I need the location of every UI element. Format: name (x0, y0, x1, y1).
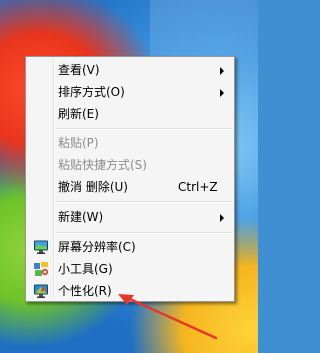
menu-item-view[interactable]: 查看(V) (28, 59, 232, 81)
desktop-context-menu: 查看(V) 排序方式(O) 刷新(E) 粘贴(P) 粘贴快捷方式(S) 撤消 删… (25, 56, 235, 302)
menu-item-label: 个性化(R) (58, 284, 112, 298)
personalize-icon (34, 284, 48, 298)
menu-item-label: 屏幕分辨率(C) (58, 240, 136, 254)
menu-item-paste-shortcut: 粘贴快捷方式(S) (28, 154, 232, 176)
menu-separator (56, 201, 232, 203)
menu-item-label: 刷新(E) (58, 107, 99, 121)
gadgets-icon (34, 262, 49, 276)
menu-item-sort-by[interactable]: 排序方式(O) (28, 81, 232, 103)
submenu-arrow-icon (220, 214, 224, 222)
menu-item-screen-resolution[interactable]: 屏幕分辨率(C) (28, 236, 232, 258)
menu-item-label: 新建(W) (58, 210, 104, 224)
menu-item-label: 小工具(G) (58, 262, 113, 276)
menu-item-refresh[interactable]: 刷新(E) (28, 103, 232, 125)
menu-item-label: 粘贴快捷方式(S) (58, 158, 147, 172)
submenu-arrow-icon (220, 67, 224, 75)
menu-item-label: 撤消 删除(U) (58, 180, 128, 194)
menu-item-paste: 粘贴(P) (28, 132, 232, 154)
menu-item-label: 查看(V) (58, 63, 100, 77)
menu-item-undo-delete[interactable]: 撤消 删除(U) Ctrl+Z (28, 176, 232, 198)
menu-item-personalize[interactable]: 个性化(R) (28, 280, 232, 302)
menu-item-gadgets[interactable]: 小工具(G) (28, 258, 232, 280)
menu-separator (56, 232, 232, 234)
menu-item-label: 排序方式(O) (58, 85, 125, 99)
submenu-arrow-icon (220, 89, 224, 97)
monitor-icon (34, 240, 48, 254)
menu-item-label: 粘贴(P) (58, 136, 99, 150)
menu-item-new[interactable]: 新建(W) (28, 206, 232, 228)
menu-separator (56, 128, 232, 130)
menu-item-shortcut: Ctrl+Z (178, 180, 218, 194)
